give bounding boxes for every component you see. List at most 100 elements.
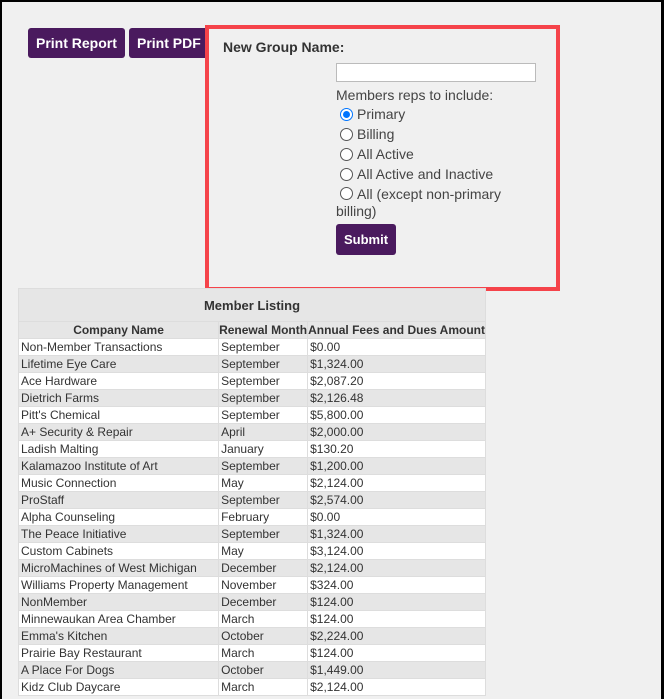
amount-cell: $0.00 <box>307 338 486 356</box>
reps-option-label: All Active <box>357 145 414 162</box>
table-row: Pitt's Chemical September $5,800.00 <box>17 406 486 424</box>
amount-cell: $1,324.00 <box>307 525 486 543</box>
amount-cell: $2,124.00 <box>307 474 486 492</box>
company-cell: Minnewaukan Area Chamber <box>17 610 220 628</box>
company-cell: NonMember <box>17 593 220 611</box>
col-company-name: Company Name <box>17 321 220 339</box>
reps-option[interactable]: All Active and Inactive <box>340 164 521 184</box>
month-cell: May <box>218 474 309 492</box>
month-cell: March <box>218 644 309 662</box>
reps-option-label: Primary <box>357 105 406 122</box>
company-cell: Dietrich Farms <box>17 389 220 407</box>
amount-cell: $2,126.48 <box>307 389 486 407</box>
submit-button[interactable]: Submit <box>336 224 397 255</box>
amount-cell: $130.20 <box>307 440 486 458</box>
table-row: Alpha Counseling February $0.00 <box>17 508 486 526</box>
month-cell: May <box>218 542 309 560</box>
company-cell: Ladish Malting <box>17 440 220 458</box>
table-row: NonMember December $124.00 <box>17 593 486 611</box>
table-row: Williams Property Management November $324… <box>17 576 486 594</box>
month-cell: September <box>218 457 309 475</box>
new-group-panel: New Group Name: Members reps to include:… <box>205 25 560 291</box>
table-row: Non-Member Transactions September $0.00 <box>17 338 486 356</box>
reps-option-label: All Active and Inactive <box>357 165 494 182</box>
table-row: Lifetime Eye Care September $1,324.00 <box>17 355 486 373</box>
reps-option[interactable]: Primary <box>340 104 521 124</box>
table-row: Kidz Club Daycare March $2,124.00 <box>17 678 486 696</box>
month-cell: January <box>218 440 309 458</box>
table-row: Dietrich Farms September $2,126.48 <box>17 389 486 407</box>
amount-cell: $0.00 <box>307 508 486 526</box>
month-cell: October <box>218 627 309 645</box>
print-report-button[interactable]: Print Report <box>28 28 125 58</box>
amount-cell: $3,124.00 <box>307 542 486 560</box>
amount-cell: $2,087.20 <box>307 372 486 390</box>
amount-cell: $2,124.00 <box>307 559 486 577</box>
month-cell: October <box>218 661 309 679</box>
amount-cell: $2,574.00 <box>307 491 486 509</box>
company-cell: Williams Property Management <box>17 576 220 594</box>
month-cell: April <box>218 423 309 441</box>
member-listing-table: Member Listing Company Name Renewal Mont… <box>17 288 486 696</box>
company-cell: Emma's Kitchen <box>17 627 220 645</box>
company-cell: Kidz Club Daycare <box>17 678 220 696</box>
month-cell: November <box>218 576 309 594</box>
table-row: Emma's Kitchen October $2,224.00 <box>17 627 486 645</box>
radio-button[interactable] <box>340 127 353 141</box>
amount-cell: $1,449.00 <box>307 661 486 679</box>
table-row: Ace Hardware September $2,087.20 <box>17 372 486 390</box>
table-row: A+ Security & Repair April $2,000.00 <box>17 423 486 441</box>
company-cell: Prairie Bay Restaurant <box>17 644 220 662</box>
amount-cell: $324.00 <box>307 576 486 594</box>
amount-cell: $1,200.00 <box>307 457 486 475</box>
month-cell: September <box>218 406 309 424</box>
company-cell: MicroMachines of West Michigan <box>17 559 220 577</box>
amount-cell: $2,000.00 <box>307 423 486 441</box>
table-row: A Place For Dogs October $1,449.00 <box>17 661 486 679</box>
amount-cell: $2,124.00 <box>307 678 486 696</box>
table-row: Custom Cabinets May $3,124.00 <box>17 542 486 560</box>
reps-label: Members reps to include: <box>336 87 494 103</box>
amount-cell: $1,324.00 <box>307 355 486 373</box>
table-row: Prairie Bay Restaurant March $124.00 <box>17 644 486 662</box>
month-cell: September <box>218 338 309 356</box>
radio-button[interactable] <box>340 167 353 181</box>
company-cell: A+ Security & Repair <box>17 423 220 441</box>
reps-option-label: All (except non-primary billing) <box>336 186 501 219</box>
col-renewal-month: Renewal Month <box>218 321 309 339</box>
month-cell: September <box>218 372 309 390</box>
company-cell: Lifetime Eye Care <box>17 355 220 373</box>
month-cell: September <box>218 355 309 373</box>
reps-option[interactable]: All Active <box>340 144 521 164</box>
month-cell: March <box>218 610 309 628</box>
company-cell: Alpha Counseling <box>17 508 220 526</box>
month-cell: September <box>218 389 309 407</box>
reps-form: Members reps to include: Primary Billing A… <box>336 87 521 255</box>
company-cell: Ace Hardware <box>17 372 220 390</box>
company-cell: A Place For Dogs <box>17 661 220 679</box>
radio-button[interactable] <box>340 147 353 161</box>
group-name-label: New Group Name: <box>223 39 345 55</box>
reps-option-label: Billing <box>357 125 395 142</box>
reps-option[interactable]: Billing <box>340 124 521 144</box>
reps-option[interactable]: All (except non-primary billing) <box>332 184 521 220</box>
amount-cell: $124.00 <box>307 610 486 628</box>
month-cell: February <box>218 508 309 526</box>
amount-cell: $124.00 <box>307 644 486 662</box>
month-cell: December <box>218 593 309 611</box>
table-row: Kalamazoo Institute of Art September $1,20… <box>17 457 486 475</box>
table-row: The Peace Initiative September $1,324.00 <box>17 525 486 543</box>
col-annual-fees: Annual Fees and Dues Amount <box>307 321 486 339</box>
table-row: ProStaff September $2,574.00 <box>17 491 486 509</box>
company-cell: Custom Cabinets <box>17 542 220 560</box>
group-name-input[interactable] <box>336 63 536 82</box>
month-cell: September <box>218 525 309 543</box>
company-cell: Non-Member Transactions <box>17 338 220 356</box>
print-pdf-button[interactable]: Print PDF <box>129 28 209 58</box>
radio-button[interactable] <box>340 187 353 200</box>
radio-button[interactable] <box>340 107 353 121</box>
table-row: Minnewaukan Area Chamber March $124.00 <box>17 610 486 628</box>
page: Print Report Print PDF New Group Name: M… <box>2 2 661 699</box>
amount-cell: $2,224.00 <box>307 627 486 645</box>
company-cell: The Peace Initiative <box>17 525 220 543</box>
